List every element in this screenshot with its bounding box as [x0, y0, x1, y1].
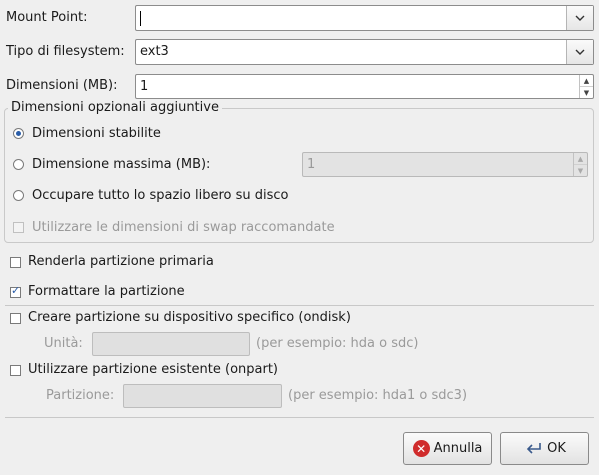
max-size-value: 1 — [307, 157, 316, 172]
format-partition-label[interactable]: Formattare la partizione — [28, 284, 185, 300]
max-size-label[interactable]: Dimensione massima (MB): — [32, 157, 210, 173]
filesystem-value: ext3 — [140, 44, 169, 59]
partition-input — [123, 384, 282, 408]
chevron-down-icon[interactable] — [566, 6, 593, 30]
spin-up-icon: ▲ — [577, 154, 584, 163]
spin-down-icon: ▼ — [574, 164, 587, 176]
swap-size-label: Utilizzare le dimensioni di swap raccoma… — [32, 220, 335, 235]
onpart-checkbox[interactable] — [10, 365, 21, 376]
checkmark-icon: ✓ — [11, 284, 21, 297]
size-spin[interactable]: 1 ▲ ▼ — [135, 74, 594, 99]
primary-partition-checkbox[interactable] — [10, 257, 21, 268]
mount-point-combo[interactable] — [135, 5, 594, 31]
onpart-label[interactable]: Utilizzare partizione esistente (onpart) — [28, 362, 278, 378]
spin-down-icon[interactable]: ▼ — [580, 86, 593, 98]
spin-up-icon[interactable]: ▲ — [580, 75, 593, 86]
fixed-size-radio[interactable] — [13, 128, 24, 139]
primary-partition-label[interactable]: Renderla partizione primaria — [28, 254, 214, 270]
text-cursor — [140, 11, 141, 26]
swap-size-checkbox — [13, 222, 24, 233]
ok-button-label: OK — [547, 441, 566, 456]
cancel-button[interactable]: ✕ Annulla — [403, 432, 492, 465]
optional-size-title: Dimensioni opzionali aggiuntive — [8, 100, 222, 116]
partition-hint: (per esempio: hda1 o sdc3) — [288, 388, 468, 403]
unit-label: Unità: — [44, 336, 83, 351]
unit-hint: (per esempio: hda o sdc) — [256, 336, 419, 351]
separator — [5, 305, 594, 306]
format-partition-checkbox[interactable]: ✓ — [10, 284, 21, 298]
mount-point-label: Mount Point: — [6, 10, 88, 25]
filesystem-label: Tipo di filesystem: — [6, 44, 125, 59]
ok-button[interactable]: OK — [500, 432, 589, 465]
fill-disk-radio[interactable] — [13, 190, 24, 201]
fixed-size-label[interactable]: Dimensioni stabilite — [32, 126, 161, 142]
cancel-icon: ✕ — [412, 440, 430, 457]
ondisk-checkbox[interactable] — [10, 313, 21, 324]
chevron-down-icon[interactable] — [566, 40, 593, 64]
separator — [5, 417, 594, 418]
fill-disk-label[interactable]: Occupare tutto lo spazio libero su disco — [32, 188, 289, 204]
unit-input — [92, 332, 250, 356]
partition-label: Partizione: — [46, 388, 115, 403]
size-value[interactable]: 1 — [140, 79, 148, 95]
ondisk-label[interactable]: Creare partizione su dispositivo specifi… — [28, 310, 351, 326]
size-label: Dimensioni (MB): — [6, 78, 118, 93]
filesystem-combo[interactable]: ext3 — [135, 39, 594, 65]
cancel-button-label: Annulla — [433, 441, 483, 456]
enter-arrow-icon — [523, 442, 543, 456]
max-size-radio[interactable] — [13, 159, 24, 170]
max-size-spin: 1 ▲ ▼ — [302, 152, 588, 177]
